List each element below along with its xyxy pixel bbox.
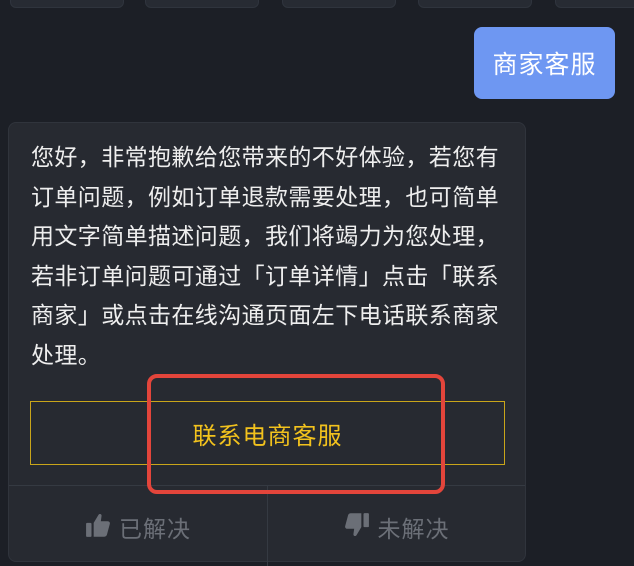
contact-ecommerce-service-button[interactable]: 联系电商客服 <box>30 401 505 465</box>
thumbs-down-icon <box>344 512 370 538</box>
bot-reply-card: 您好，非常抱歉给您带来的不好体验，若您有订单问题，例如订单退款需要处理，也可简单… <box>8 122 526 566</box>
option-chip[interactable] <box>145 0 259 8</box>
option-chip[interactable] <box>555 0 634 8</box>
solved-label: 已解决 <box>119 517 191 543</box>
contact-button-label: 联系电商客服 <box>192 421 343 450</box>
user-message-text: 商家客服 <box>492 50 597 79</box>
unsolved-label: 未解决 <box>377 517 450 543</box>
option-chip[interactable] <box>418 0 532 8</box>
option-chip[interactable] <box>282 0 396 8</box>
option-chip[interactable] <box>10 0 124 8</box>
user-message-bubble: 商家客服 <box>474 27 615 99</box>
unsolved-button[interactable]: 未解决 <box>267 486 525 566</box>
previous-options-row <box>0 0 634 8</box>
bot-reply-text: 您好，非常抱歉给您带来的不好体验，若您有订单问题，例如订单退款需要处理，也可简单… <box>31 145 499 369</box>
thumbs-up-icon <box>85 512 111 538</box>
feedback-row: 已解决 未解决 <box>9 485 525 566</box>
solved-button[interactable]: 已解决 <box>9 486 267 566</box>
